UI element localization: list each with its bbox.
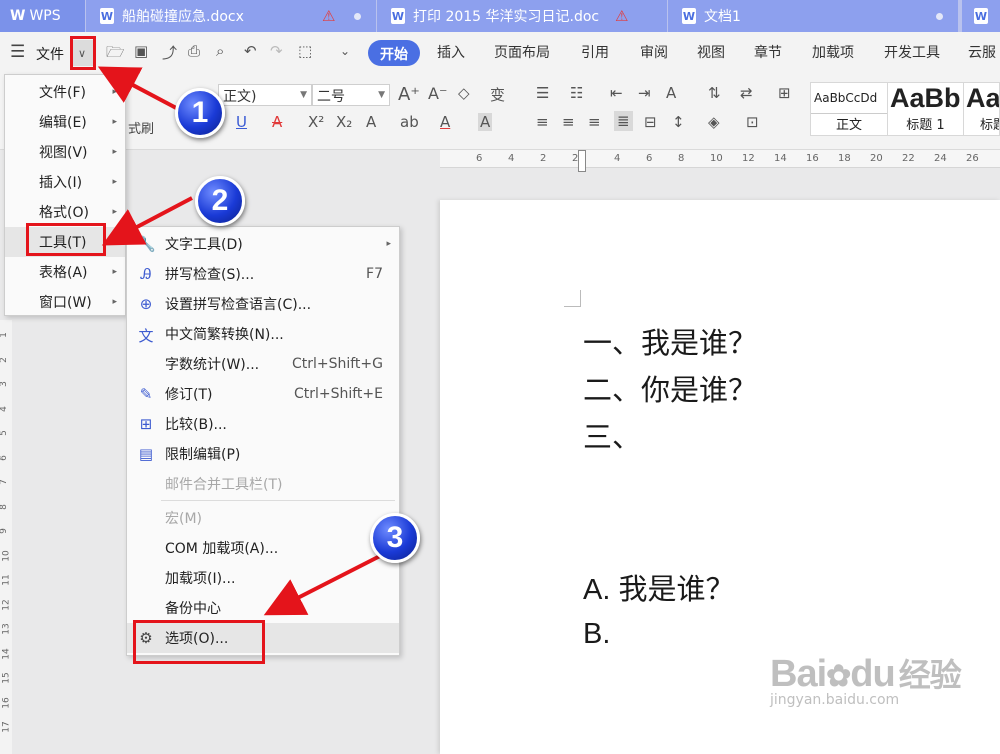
arrow-3: [263, 554, 381, 616]
annotation-arrows: [97, 66, 381, 616]
arrow-1: [97, 66, 181, 112]
step-badge-2: 2: [195, 176, 245, 226]
arrow-2: [101, 196, 193, 246]
step-badge-1: 1: [175, 88, 225, 138]
step-badge-3: 3: [370, 513, 420, 563]
